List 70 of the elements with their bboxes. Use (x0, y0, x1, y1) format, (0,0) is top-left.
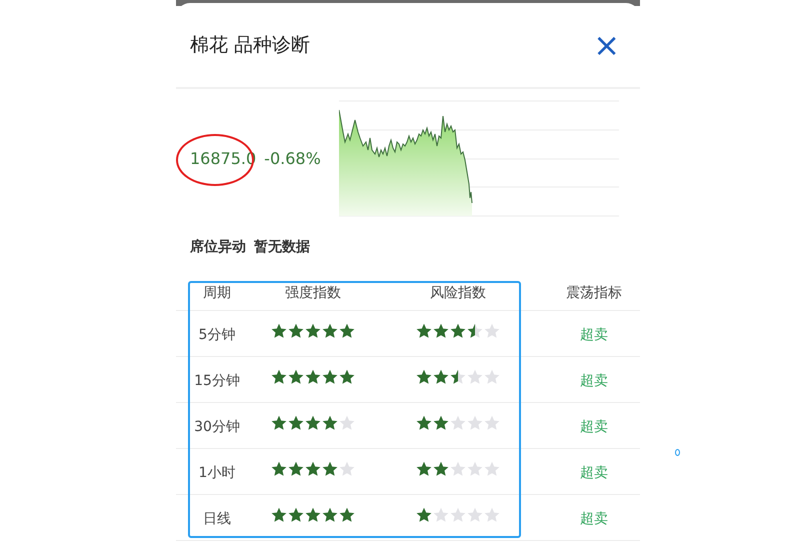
star-icon (433, 460, 449, 476)
star-icon (288, 368, 304, 384)
star-icon (450, 506, 466, 522)
star-icon (450, 460, 466, 476)
column-header: 风险指数 (429, 284, 487, 303)
star-icon (339, 368, 355, 384)
star-icon (416, 368, 432, 384)
star-icon (322, 506, 338, 522)
period-label: 1小时 (198, 464, 236, 480)
seat-value: 暂无数据 (254, 238, 310, 256)
star-icon (322, 368, 338, 384)
column-header: 周期 (202, 284, 232, 303)
star-icon (416, 506, 432, 522)
star-icon (433, 322, 449, 338)
oscillation-value: 超卖 (580, 372, 608, 388)
star-icon (322, 460, 338, 476)
star-icon (416, 414, 432, 430)
star-icon (288, 414, 304, 430)
close-button[interactable]: × (587, 29, 626, 61)
star-icon (271, 506, 287, 522)
star-icon (305, 368, 321, 384)
star-icon (339, 506, 355, 522)
star-icon (305, 506, 321, 522)
oscillation-value: 超卖 (580, 510, 608, 526)
period-label: 日线 (203, 510, 231, 526)
star-icon (467, 322, 483, 338)
star-icon (271, 414, 287, 430)
star-icon (305, 322, 321, 338)
star-icon (450, 368, 466, 384)
column-header: 强度指数 (284, 284, 342, 303)
seat-label: 席位异动 (190, 238, 246, 256)
period-label: 15分钟 (194, 372, 240, 388)
star-icon (416, 460, 432, 476)
star-icon (322, 414, 338, 430)
star-icon (288, 506, 304, 522)
price-change: -0.68% (264, 148, 321, 170)
column-header: 震荡指标 (565, 284, 623, 303)
star-icon (339, 414, 355, 430)
star-icon (322, 322, 338, 338)
star-icon (288, 322, 304, 338)
oscillation-value: 超卖 (580, 326, 608, 342)
star-icon (484, 414, 500, 430)
star-icon (484, 322, 500, 338)
star-icon (339, 322, 355, 338)
star-icon (305, 414, 321, 430)
star-icon (433, 368, 449, 384)
star-icon (450, 322, 466, 338)
star-icon (305, 460, 321, 476)
annotation-dot (675, 449, 680, 456)
star-icon (467, 368, 483, 384)
star-icon (339, 460, 355, 476)
star-icon (484, 368, 500, 384)
sheet-title: 棉花 品种诊断 (190, 32, 310, 58)
star-icon (484, 506, 500, 522)
star-icon (416, 322, 432, 338)
star-icon (467, 460, 483, 476)
star-icon (467, 506, 483, 522)
star-icon (484, 460, 500, 476)
period-label: 30分钟 (194, 418, 240, 434)
star-icon (288, 460, 304, 476)
star-icon (467, 414, 483, 430)
period-label: 5分钟 (198, 326, 236, 342)
star-icon (271, 368, 287, 384)
oscillation-value: 超卖 (580, 418, 608, 434)
star-icon (271, 460, 287, 476)
star-icon (433, 506, 449, 522)
star-icon (450, 414, 466, 430)
star-icon (433, 414, 449, 430)
star-icon (271, 322, 287, 338)
oscillation-value: 超卖 (580, 464, 608, 480)
